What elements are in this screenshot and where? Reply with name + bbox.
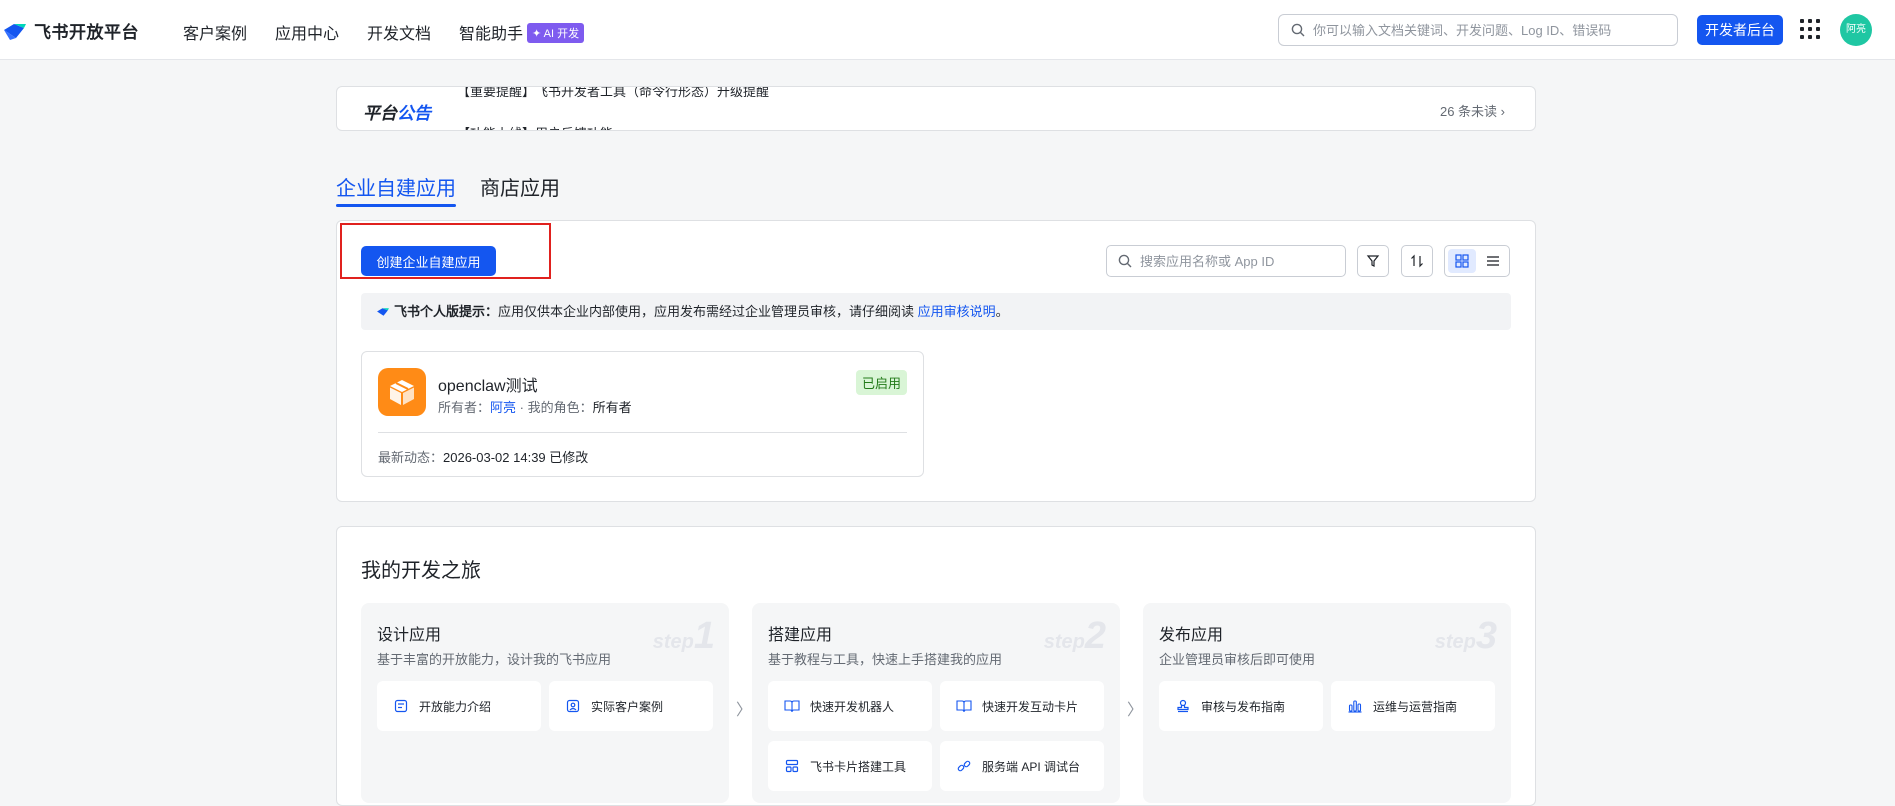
- developer-console-button[interactable]: 开发者后台: [1697, 15, 1783, 45]
- tip-label: 飞书个人版提示：: [394, 304, 499, 319]
- filter-button[interactable]: [1357, 245, 1389, 277]
- step-title: 设计应用: [377, 627, 442, 644]
- step-desc: 基于教程与工具，快速上手搭建我的应用: [768, 652, 1003, 667]
- nav-dev-docs[interactable]: 开发文档: [367, 20, 431, 44]
- step-link-bot-quickstart[interactable]: 快速开发机器人: [768, 681, 932, 731]
- user-card-icon: [565, 698, 581, 714]
- step-design: 设计应用 基于丰富的开放能力，设计我的飞书应用 step1 开放能力介绍 实际客…: [361, 603, 729, 803]
- filter-icon: [1366, 255, 1380, 267]
- card-builder-icon: [784, 758, 800, 774]
- nav-smart-assistant[interactable]: 智能助手 ✦ AI 开发: [459, 20, 585, 44]
- role-value: 所有者: [592, 400, 632, 415]
- active-tab-indicator: [336, 204, 456, 207]
- bar-chart-icon: [1347, 698, 1363, 714]
- ai-badge: ✦ AI 开发: [527, 23, 585, 43]
- announcement-bar: 平台公告 【重要提醒】飞书开发者工具（命令行形态）升级提醒 【功能上线】用户反馈…: [336, 86, 1536, 131]
- list-view-button[interactable]: [1479, 249, 1507, 273]
- divider: [378, 432, 907, 433]
- step-number: step1: [652, 615, 715, 657]
- step-desc: 企业管理员审核后即可使用: [1159, 652, 1316, 667]
- chevron-right-icon: 〉: [736, 702, 753, 719]
- app-meta: 所有者：阿亮 · 我的角色：所有者: [438, 400, 632, 415]
- status-badge: 已启用: [855, 370, 907, 395]
- announcement-title: 平台公告: [363, 104, 431, 123]
- step-link-customer-cases[interactable]: 实际客户案例: [549, 681, 713, 731]
- step-link-card-builder[interactable]: 飞书卡片搭建工具: [768, 741, 932, 791]
- review-guide-link[interactable]: 应用审核说明: [918, 304, 996, 319]
- feishu-logo-icon: [4, 23, 26, 40]
- avatar[interactable]: 阿亮: [1840, 14, 1872, 46]
- logo-text: 飞书开放平台: [34, 23, 139, 42]
- step-link-ops-guide[interactable]: 运维与运营指南: [1331, 681, 1495, 731]
- step-title: 搭建应用: [768, 627, 833, 644]
- announcement-item[interactable]: 【功能上线】用户反馈功能: [457, 123, 613, 130]
- step-number: step3: [1434, 615, 1497, 657]
- apps-grid-icon[interactable]: [1800, 19, 1820, 39]
- list-view-icon: [1487, 256, 1499, 266]
- create-enterprise-app-button[interactable]: 创建企业自建应用: [361, 246, 496, 276]
- top-nav: 飞书开放平台 客户案例 应用中心 开发文档 智能助手✦ AI 开发 开发者后台 …: [0, 0, 1895, 60]
- app-search[interactable]: [1106, 245, 1346, 277]
- book-icon: [956, 698, 972, 714]
- personal-edition-tip: 飞书个人版提示：应用仅供本企业内部使用，应用发布需经过企业管理员审核，请仔细阅读…: [361, 293, 1511, 330]
- chevron-right-icon: 〉: [1127, 702, 1144, 719]
- nav-customer-cases[interactable]: 客户案例: [183, 20, 247, 44]
- sort-button[interactable]: [1401, 245, 1433, 277]
- app-box-icon: [378, 368, 426, 416]
- app-name[interactable]: openclaw测试: [438, 372, 538, 396]
- view-toggle: [1444, 245, 1510, 277]
- doc-search-input[interactable]: [1313, 15, 1673, 45]
- book-icon: [784, 698, 800, 714]
- nav-smart-assistant-label: 智能助手: [459, 26, 524, 43]
- step-link-card-quickstart[interactable]: 快速开发互动卡片: [940, 681, 1104, 731]
- step-link-publish-guide[interactable]: 审核与发布指南: [1159, 681, 1323, 731]
- app-search-input[interactable]: [1140, 246, 1340, 276]
- search-icon: [1291, 23, 1305, 37]
- doc-search[interactable]: [1278, 14, 1678, 46]
- step-link-api-explorer[interactable]: 服务端 API 调试台: [940, 741, 1104, 791]
- step-desc: 基于丰富的开放能力，设计我的飞书应用: [377, 652, 612, 667]
- owner-link[interactable]: 阿亮: [490, 400, 516, 415]
- tab-enterprise-apps[interactable]: 企业自建应用: [336, 172, 456, 201]
- step-build: 搭建应用 基于教程与工具，快速上手搭建我的应用 step2 快速开发机器人 快速…: [752, 603, 1120, 803]
- unread-count-link[interactable]: 26 条未读 ›: [1440, 101, 1505, 120]
- logo[interactable]: 飞书开放平台: [2, 18, 139, 43]
- nav-app-center[interactable]: 应用中心: [275, 20, 339, 44]
- latest-activity: 最新动态：2026-03-02 14:39 已修改: [378, 450, 589, 465]
- sort-icon: [1411, 254, 1423, 268]
- app-card[interactable]: openclaw测试 所有者：阿亮 · 我的角色：所有者 已启用 最新动态：20…: [361, 351, 924, 477]
- search-icon: [1118, 254, 1132, 268]
- step-title: 发布应用: [1159, 627, 1224, 644]
- grid-view-icon: [1455, 254, 1469, 268]
- tab-store-apps[interactable]: 商店应用: [480, 172, 560, 201]
- doc-icon: [393, 698, 409, 714]
- grid-view-button[interactable]: [1448, 249, 1476, 273]
- step-number: step2: [1043, 615, 1106, 657]
- stamp-icon: [1175, 698, 1191, 714]
- link-icon: [956, 758, 972, 774]
- step-publish: 发布应用 企业管理员审核后即可使用 step3 审核与发布指南 运维与运营指南: [1143, 603, 1511, 803]
- tip-text: 应用仅供本企业内部使用，应用发布需经过企业管理员审核，请仔细阅读: [498, 304, 918, 319]
- announcement-item[interactable]: 【重要提醒】飞书开发者工具（命令行形态）升级提醒: [457, 87, 769, 100]
- step-link-open-capabilities[interactable]: 开放能力介绍: [377, 681, 541, 731]
- dev-journey-title: 我的开发之旅: [361, 560, 481, 582]
- feishu-logo-icon: [377, 308, 389, 316]
